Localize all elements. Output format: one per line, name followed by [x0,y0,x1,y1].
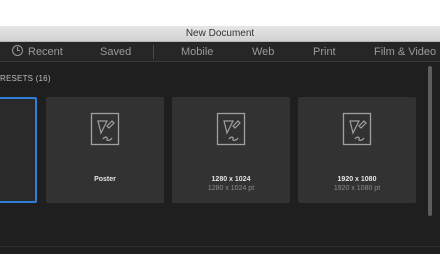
preset-size: 1280 x 1024 pt [207,185,255,192]
presets-scrollbar[interactable] [428,66,432,216]
preset-name: 1920 x 1080 [337,176,377,183]
clock-icon [12,45,23,56]
tab-print-label: Print [313,46,336,58]
tab-mobile-label: Mobile [181,46,214,58]
tab-separator [153,45,154,59]
panel-divider [0,246,440,247]
tab-mobile[interactable]: Mobile [181,42,213,62]
preset-name: 1280 x 1024 [211,176,251,183]
presets-heading-label: RESETS [0,74,34,83]
document-pen-icon [90,112,120,146]
tab-film-video[interactable]: Film & Video [374,42,436,62]
preset-card-selected[interactable] [0,97,37,203]
document-pen-icon [342,112,372,146]
presets-heading: RESETS (16) [0,74,51,83]
tab-recent[interactable]: Recent [12,42,63,62]
window-titlebar: New Document [0,26,440,42]
preset-size: 1920 x 1080 pt [333,185,381,192]
window-title: New Document [185,28,255,39]
preset-name: Poster [94,176,116,183]
new-document-window: New Document Recent Saved Mobile Web Pri… [0,26,440,254]
tab-film-video-label: Film & Video [374,46,437,58]
tab-web-label: Web [252,46,275,58]
preset-card-1920x1080[interactable]: 1920 x 1080 1920 x 1080 pt [298,97,416,203]
tab-saved[interactable]: Saved [100,42,131,62]
preset-card-1280x1024[interactable]: 1280 x 1024 1280 x 1024 pt [172,97,290,203]
tab-recent-label: Recent [28,46,63,58]
preset-card-poster[interactable]: Poster [46,97,164,203]
tab-web[interactable]: Web [252,42,274,62]
document-pen-icon [216,112,246,146]
presets-count: (16) [35,74,51,83]
category-tab-bar: Recent Saved Mobile Web Print Film & Vid… [0,42,440,62]
tab-saved-label: Saved [100,46,132,58]
tab-print[interactable]: Print [313,42,336,62]
